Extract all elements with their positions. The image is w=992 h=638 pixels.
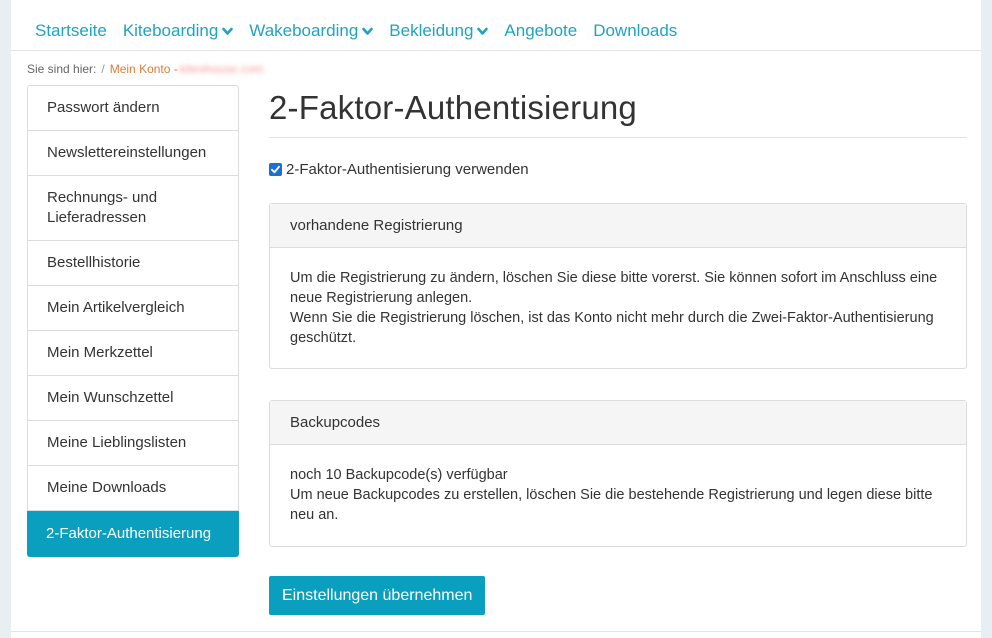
registration-warning-text: Wenn Sie die Registrierung löschen, ist … [290,310,934,346]
nav-item-bekleidung[interactable]: Bekleidung [389,21,489,41]
sidebar-item-label: 2-Faktor-Authentisierung [46,525,212,542]
page-title: 2-Faktor-Authentisierung [269,89,637,126]
breadcrumb-prefix: Sie sind hier: [27,62,97,76]
backupcodes-panel-heading: Backupcodes [270,401,966,445]
sidebar-item-label: Newslettereinstellungen [47,144,207,161]
chevron-down-icon [477,26,489,37]
sidebar-item-passwort[interactable]: Passwort ändern [28,86,238,131]
sidebar-item-adressen[interactable]: Rechnungs- und Lieferadressen [28,176,238,241]
sidebar-item-lieblingslisten[interactable]: Meine Lieblingslisten [28,421,238,466]
chevron-down-icon [222,26,234,37]
footer-divider [11,631,981,632]
nav-item-label: Wakeboarding [249,21,359,40]
sidebar-item-wunschzettel[interactable]: Mein Wunschzettel [28,376,238,421]
account-sidebar: Passwort ändern Newslettereinstellungen … [27,85,239,557]
sidebar-item-label: Meine Lieblingslisten [47,434,187,451]
nav-item-label: Kiteboarding [122,21,219,40]
sidebar-item-label: Passwort ändern [47,99,160,116]
nav-item-label: Downloads [593,21,678,40]
sidebar-item-downloads[interactable]: Meine Downloads [28,466,238,511]
sidebar-item-newsletter[interactable]: Newslettereinstellungen [28,131,238,176]
use-2fa-checkbox-label: 2-Faktor-Authentisierung verwenden [286,161,529,178]
breadcrumb-separator: / [101,62,105,76]
sidebar-item-label: Mein Merkzettel [47,344,153,361]
nav-item-wakeboarding[interactable]: Wakeboarding [249,21,374,41]
sidebar-item-2fa-active[interactable]: 2-Faktor-Authentisierung [27,511,239,557]
sidebar-item-label: Mein Wunschzettel [47,389,174,406]
top-navigation: Startseite Kiteboarding Wakeboarding Bek… [11,0,981,51]
title-divider [269,137,967,138]
registration-info-text: Um die Registrierung zu ändern, löschen … [290,270,938,306]
nav-item-label: Bekleidung [389,21,474,40]
check-icon [271,165,280,174]
chevron-down-icon [362,26,374,37]
nav-item-downloads[interactable]: Downloads [593,21,677,41]
breadcrumb: Sie sind hier: / Mein Konto - kiteshouse.co… [27,62,263,76]
sidebar-item-label: Meine Downloads [47,479,167,496]
backupcodes-count-text: noch 10 Backupcode(s) verfügbar [290,467,508,483]
breadcrumb-link-mein-konto[interactable]: Mein Konto - [110,62,178,76]
nav-item-angebote[interactable]: Angebote [504,21,577,41]
sidebar-item-label: Rechnungs- und Lieferadressen [47,189,158,226]
nav-item-label: Startseite [35,21,107,40]
backupcodes-panel: Backupcodes noch 10 Backupcode(s) verfüg… [269,400,967,547]
registration-panel: vorhandene Registrierung Um die Registri… [269,203,967,369]
registration-panel-heading: vorhandene Registrierung [270,204,966,248]
nav-item-kiteboarding[interactable]: Kiteboarding [122,21,234,41]
sidebar-item-merkzettel[interactable]: Mein Merkzettel [28,331,238,376]
save-settings-button[interactable]: Einstellungen übernehmen [269,576,486,615]
backupcodes-info-text: Um neue Backupcodes zu erstellen, lösche… [290,487,933,523]
registration-panel-body: Um die Registrierung zu ändern, löschen … [270,248,966,348]
use-2fa-checkbox-row[interactable]: 2-Faktor-Authentisierung verwenden [269,161,529,178]
nav-item-startseite[interactable]: Startseite [35,21,107,41]
page: Startseite Kiteboarding Wakeboarding Bek… [11,0,981,638]
sidebar-item-artikelvergleich[interactable]: Mein Artikelvergleich [28,286,238,331]
sidebar-item-label: Bestellhistorie [47,254,141,271]
sidebar-item-bestellhistorie[interactable]: Bestellhistorie [28,241,238,286]
breadcrumb-redacted-email: kiteshouse.com [179,62,264,76]
sidebar-item-label: Mein Artikelvergleich [47,299,185,316]
nav-item-label: Angebote [504,21,578,40]
use-2fa-checkbox[interactable] [269,163,282,176]
backupcodes-panel-body: noch 10 Backupcode(s) verfügbar Um neue … [270,445,966,525]
